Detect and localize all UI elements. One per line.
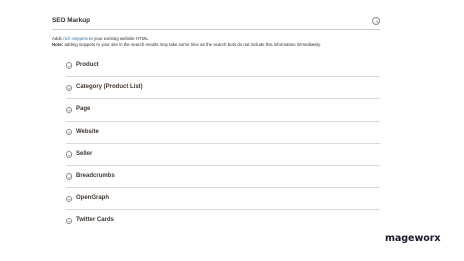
group-label: Website — [76, 128, 99, 135]
group-category-product-list[interactable]: Category (Product List) — [66, 77, 380, 100]
group-website[interactable]: Website — [66, 122, 380, 144]
mageworx-logo: mageworx — [385, 233, 441, 244]
chevron-down-icon[interactable] — [66, 106, 73, 114]
chevron-down-icon[interactable] — [66, 84, 73, 91]
group-label: Category (Product List) — [76, 84, 143, 91]
chevron-down-icon[interactable] — [66, 151, 73, 158]
chevron-down-icon[interactable] — [66, 173, 73, 180]
description-prefix: Adds — [52, 36, 64, 41]
markup-groups-list: Product Category (Product List) Page Web… — [66, 55, 380, 233]
rich-snippets-link[interactable]: rich snippets — [63, 36, 88, 41]
group-label: Seller — [76, 150, 93, 157]
chevron-down-icon[interactable] — [66, 62, 73, 69]
section-title: SEO Markup — [52, 17, 90, 24]
note-text: adding snippets to your site in the sear… — [63, 42, 322, 48]
description-suffix: to your existing website HTML. — [87, 36, 150, 41]
group-page[interactable]: Page — [66, 99, 380, 122]
group-label: Product — [76, 62, 99, 68]
section-description: Adds rich snippets to your existing webs… — [52, 36, 392, 49]
screen: SEO Markup Adds rich snippets to your ex… — [0, 0, 464, 261]
group-product[interactable]: Product — [66, 55, 380, 78]
group-label: Breadcrumbs — [76, 172, 115, 179]
group-seller[interactable]: Seller — [66, 144, 380, 166]
seo-markup-section-header[interactable]: SEO Markup — [52, 15, 380, 29]
divider — [52, 29, 380, 30]
group-label: OpenGraph — [76, 195, 110, 202]
description-note: Note: adding snippets to your site in th… — [52, 42, 392, 48]
group-opengraph[interactable]: OpenGraph — [66, 188, 380, 211]
chevron-down-icon[interactable] — [66, 195, 73, 202]
chevron-down-icon[interactable] — [66, 217, 73, 225]
group-label: Twitter Cards — [76, 217, 114, 224]
note-label: Note: — [52, 42, 64, 48]
chevron-up-icon[interactable] — [372, 17, 380, 25]
group-twitter-cards[interactable]: Twitter Cards — [66, 210, 380, 232]
group-label: Page — [76, 106, 91, 113]
chevron-down-icon[interactable] — [66, 128, 73, 136]
group-breadcrumbs[interactable]: Breadcrumbs — [66, 166, 380, 189]
